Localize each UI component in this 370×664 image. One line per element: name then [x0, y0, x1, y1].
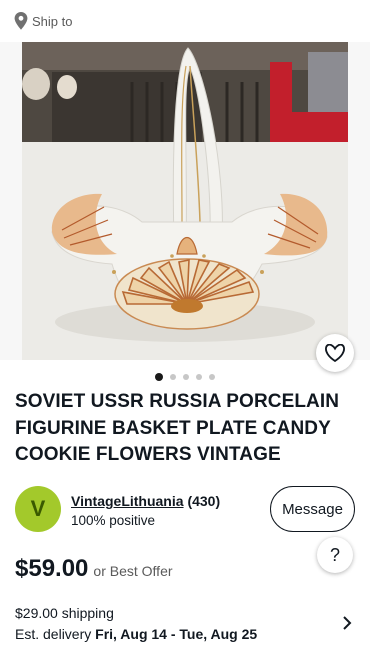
delivery-estimate: Est. delivery Fri, Aug 14 - Tue, Aug 25 [15, 623, 355, 645]
message-button[interactable]: Message [270, 486, 355, 532]
seller-positive-rating: 100% positive [71, 513, 156, 528]
shipping-cost: $29.00 shipping [15, 605, 114, 621]
like-button[interactable] [316, 334, 354, 372]
image-gallery[interactable] [0, 42, 370, 360]
seller-feedback-count: (430) [187, 493, 221, 509]
heart-icon [325, 344, 345, 362]
help-button[interactable]: ? [317, 537, 353, 573]
seller-section: V VintageLithuania (430) 100% positive M… [15, 486, 355, 534]
gallery-pagination [0, 372, 370, 382]
listing-title: SOVIET USSR RUSSIA PORCELAIN FIGURINE BA… [15, 391, 340, 465]
seller-name-row: VintageLithuania (430) [71, 493, 220, 509]
pagination-dot[interactable] [209, 374, 215, 380]
price-row: $59.00 or Best Offer [15, 555, 173, 585]
price: $59.00 [15, 555, 89, 582]
product-photo[interactable] [22, 42, 348, 360]
pagination-dot[interactable] [170, 374, 176, 380]
best-offer-label: or Best Offer [93, 563, 173, 579]
pagination-dot[interactable] [196, 374, 202, 380]
pagination-dot[interactable] [155, 373, 163, 381]
pagination-dot[interactable] [183, 374, 189, 380]
delivery-prefix: Est. delivery [15, 626, 96, 642]
ship-to-bar[interactable]: Ship to [0, 0, 370, 42]
seller-avatar[interactable]: V [15, 486, 61, 532]
seller-name-link[interactable]: VintageLithuania [71, 493, 184, 509]
location-pin-icon [14, 12, 28, 30]
shipping-info[interactable]: $29.00 shipping Est. delivery Fri, Aug 1… [15, 603, 355, 645]
ship-to-label: Ship to [32, 13, 73, 29]
delivery-dates: Fri, Aug 14 - Tue, Aug 25 [95, 626, 258, 642]
chevron-right-icon[interactable] [341, 616, 353, 630]
